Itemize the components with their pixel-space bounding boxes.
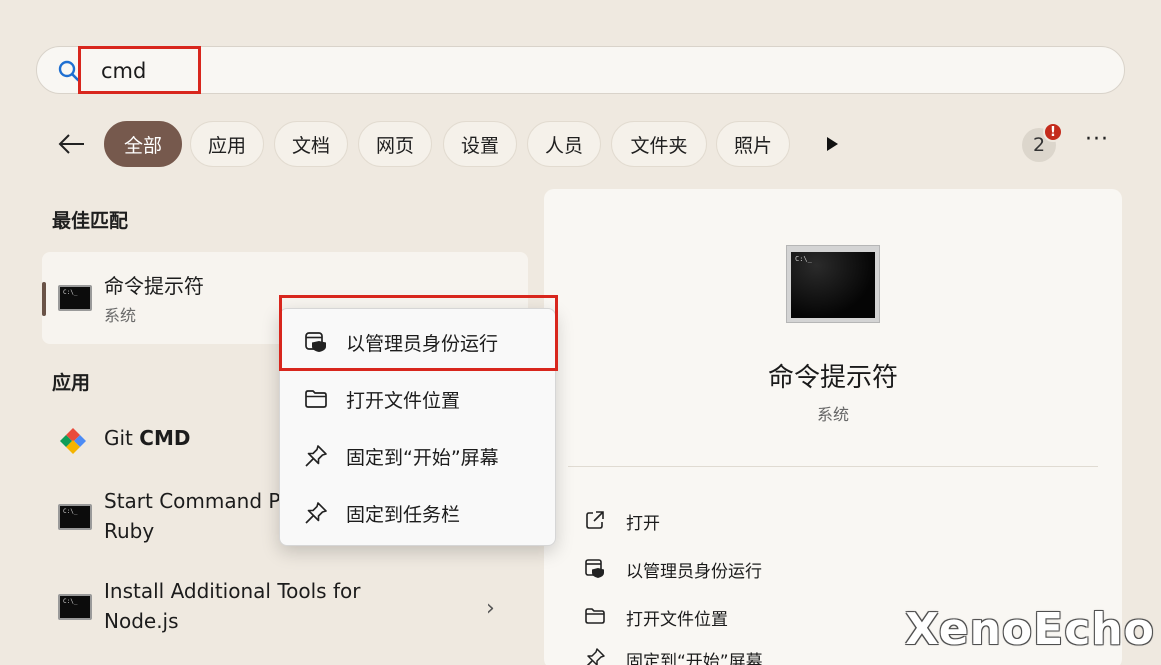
filter-chip-all[interactable]: 全部: [104, 121, 182, 167]
node-tools-prompt-icon: [58, 594, 92, 620]
app-item-ruby-line1: Start Command P: [104, 489, 281, 513]
folder-icon: [305, 390, 327, 408]
action-pin-start-label: 固定到“开始”屏幕: [626, 652, 763, 665]
command-prompt-icon: [58, 285, 92, 311]
command-prompt-large-icon: [786, 245, 880, 323]
pin-icon: [586, 648, 605, 665]
apps-heading: 应用: [52, 372, 91, 394]
action-open-location-label: 打开文件位置: [626, 610, 728, 630]
chevron-right-icon[interactable]: ›: [486, 596, 495, 621]
best-match-subtitle: 系统: [104, 306, 137, 325]
menu-item-open-location[interactable]: 打开文件位置: [280, 372, 557, 424]
detail-divider: [568, 466, 1098, 467]
filter-chip-apps[interactable]: 应用: [190, 121, 264, 167]
app-item-git-cmd-prefix: Git: [104, 426, 140, 450]
search-input[interactable]: [101, 55, 701, 87]
action-run-as-admin-label: 以管理员身份运行: [626, 562, 762, 582]
menu-item-pin-start[interactable]: 固定到“开始”屏幕: [280, 429, 557, 481]
menu-item-open-location-label: 打开文件位置: [346, 390, 461, 412]
app-item-node-tools[interactable]: Install Additional Tools for Node.js: [42, 574, 528, 640]
alert-badge: !: [1043, 122, 1063, 142]
ruby-prompt-icon: [58, 504, 92, 530]
filter-chip-folders[interactable]: 文件夹: [611, 121, 707, 167]
git-diamond-icon: [60, 428, 86, 454]
action-open-label: 打开: [626, 514, 660, 534]
detail-title: 命令提示符: [767, 363, 898, 393]
filter-chip-documents[interactable]: 文档: [274, 121, 348, 167]
shield-app-icon: [305, 332, 326, 352]
pin-icon: [305, 502, 327, 524]
open-external-icon: [586, 511, 604, 529]
detail-subtitle: 系统: [816, 405, 849, 424]
watermark-text: XenoEcho: [905, 604, 1155, 655]
selection-accent-bar: [42, 282, 46, 316]
back-arrow-icon[interactable]: [54, 126, 90, 162]
filter-chip-photos[interactable]: 照片: [716, 121, 790, 167]
app-item-ruby-line2: Ruby: [104, 519, 155, 543]
app-item-node-line2: Node.js: [104, 609, 179, 633]
search-bar[interactable]: [36, 46, 1125, 94]
app-item-node-line1: Install Additional Tools for: [104, 579, 361, 603]
action-run-as-admin[interactable]: 以管理员身份运行: [584, 549, 984, 589]
best-match-heading: 最佳匹配: [52, 210, 129, 232]
menu-item-pin-taskbar-label: 固定到任务栏: [346, 504, 461, 526]
shield-app-icon: [585, 559, 604, 578]
menu-item-run-as-admin-label: 以管理员身份运行: [346, 333, 499, 355]
best-match-title: 命令提示符: [104, 274, 204, 298]
folder-icon: [585, 608, 605, 624]
menu-item-pin-start-label: 固定到“开始”屏幕: [346, 447, 499, 469]
menu-item-run-as-admin[interactable]: 以管理员身份运行: [280, 315, 557, 367]
filter-chip-web[interactable]: 网页: [358, 121, 432, 167]
search-icon: [58, 60, 80, 82]
filter-chip-people[interactable]: 人员: [527, 121, 601, 167]
more-options-button[interactable]: ···: [1082, 128, 1112, 158]
context-menu: 以管理员身份运行 打开文件位置 固定到“开始”屏幕 固定到任务栏: [279, 308, 556, 546]
pin-icon: [305, 445, 327, 467]
filter-chip-settings[interactable]: 设置: [443, 121, 517, 167]
more-filters-arrow-icon[interactable]: [822, 134, 842, 154]
detail-panel: 命令提示符 系统 打开 以管理员身份运行 打开文件位置 固定到“开始”屏幕: [544, 189, 1122, 665]
menu-item-pin-taskbar[interactable]: 固定到任务栏: [280, 486, 557, 538]
action-open[interactable]: 打开: [584, 501, 984, 541]
app-item-git-cmd-bold: CMD: [139, 426, 191, 450]
